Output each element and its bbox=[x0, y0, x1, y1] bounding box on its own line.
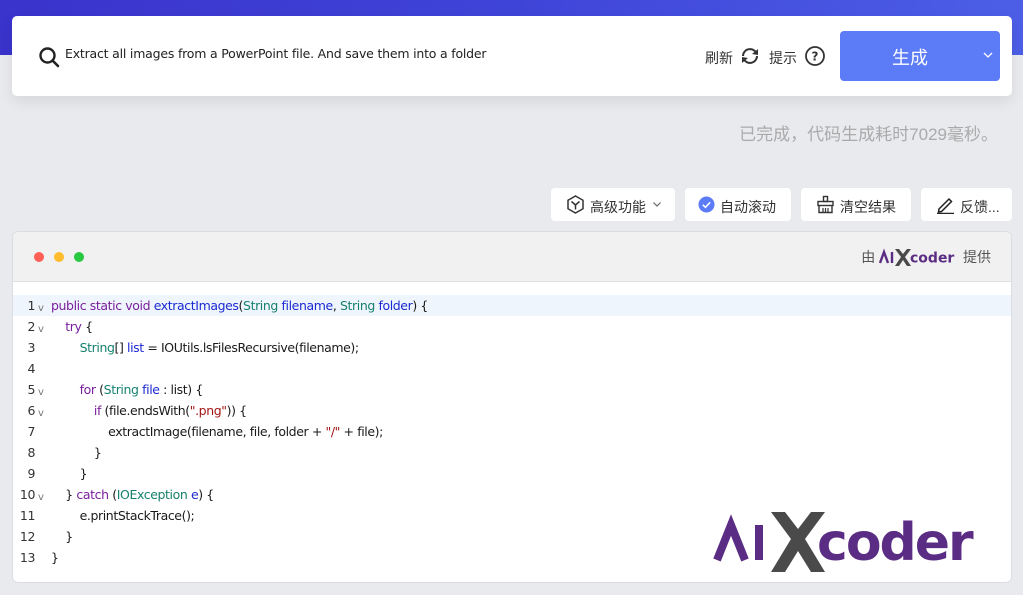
refresh-label[interactable]: 刷新 bbox=[705, 48, 733, 68]
svg-text:coder: coder bbox=[817, 513, 974, 573]
help-icon[interactable]: ? bbox=[804, 45, 826, 67]
line-number: 7 bbox=[27, 424, 35, 439]
generate-label: 生成 bbox=[892, 48, 928, 68]
window-dot-green bbox=[74, 252, 84, 262]
search-input[interactable] bbox=[65, 46, 665, 61]
svg-text:?: ? bbox=[812, 50, 819, 64]
status-text: 已完成，代码生成耗时7029毫秒。 bbox=[739, 125, 998, 144]
code-text: extractImage(filename, file, folder + "/… bbox=[51, 424, 383, 439]
cube-icon bbox=[567, 195, 584, 214]
feedback-label: 反馈... bbox=[960, 199, 1000, 215]
code-text: try { bbox=[65, 319, 93, 334]
line-number: 3 bbox=[27, 340, 35, 355]
chevron-down-icon bbox=[653, 202, 661, 207]
window-dot-yellow bbox=[54, 252, 64, 262]
generate-button[interactable]: 生成 bbox=[840, 31, 1000, 81]
code-text: } bbox=[51, 466, 88, 481]
clear-results-label: 清空结果 bbox=[840, 199, 896, 215]
code-line[interactable]: 1 v public static void extractImages(Strin… bbox=[13, 295, 1011, 316]
code-text: } bbox=[51, 550, 59, 565]
code-line[interactable]: 9 } bbox=[13, 463, 1011, 484]
code-line[interactable]: 7 extractImage(filename, file, folder + … bbox=[13, 421, 1011, 442]
code-line[interactable]: 5v for (String file : list) { bbox=[13, 379, 1011, 400]
line-number: 13 bbox=[19, 550, 36, 565]
code-text: } catch (IOException e) { bbox=[51, 487, 214, 502]
svg-text:coder: coder bbox=[910, 251, 954, 267]
chevron-down-icon[interactable] bbox=[982, 49, 994, 61]
advanced-features-label: 高级功能 bbox=[590, 199, 646, 215]
checkbox-checked-icon[interactable] bbox=[698, 196, 715, 213]
code-text: e.printStackTrace(); bbox=[51, 508, 195, 523]
line-number: 4 bbox=[27, 361, 35, 376]
aixcoder-logo-icon: coder bbox=[879, 248, 955, 267]
line-number: 10 bbox=[19, 487, 36, 502]
code-line[interactable]: 3 String[] list = IOUtils.lsFilesRecursi… bbox=[13, 337, 1011, 358]
line-number: 9 bbox=[27, 466, 35, 481]
code-line[interactable]: 2v try { bbox=[13, 316, 1011, 337]
line-number: 11 bbox=[19, 508, 36, 523]
code-text: for (String file : list) { bbox=[79, 382, 204, 397]
code-line[interactable]: 10 v } catch (IOException e) { bbox=[13, 484, 1011, 505]
line-number: 1 bbox=[27, 298, 35, 313]
line-number: 8 bbox=[27, 445, 35, 460]
provided-prefix: 由 bbox=[861, 249, 876, 265]
window-dot-red bbox=[34, 252, 44, 262]
code-line[interactable]: 8 } bbox=[13, 442, 1011, 463]
code-text: String[] list = IOUtils.lsFilesRecursive… bbox=[79, 340, 360, 355]
code-text: if (file.endsWith(".png")) { bbox=[93, 403, 247, 418]
auto-scroll-label: 自动滚动 bbox=[720, 199, 776, 215]
feedback-button[interactable]: 反馈... bbox=[921, 188, 1012, 221]
code-text: } bbox=[51, 445, 102, 460]
search-icon bbox=[39, 47, 60, 68]
advanced-features-button[interactable]: 高级功能 bbox=[551, 188, 675, 221]
aixcoder-watermark-icon: coder bbox=[713, 512, 976, 573]
clear-results-button[interactable]: 清空结果 bbox=[801, 188, 911, 221]
panel-header: 由 coder 提供 bbox=[13, 232, 1011, 282]
pencil-icon bbox=[937, 197, 954, 214]
auto-scroll-toggle[interactable]: 自动滚动 bbox=[685, 188, 791, 221]
code-panel: 由 coder 提供 1 v public static void extractI… bbox=[12, 231, 1012, 583]
code-text: public static void extractImages(String … bbox=[51, 298, 428, 313]
line-number: 12 bbox=[19, 529, 36, 544]
line-number: 5 bbox=[27, 382, 35, 397]
line-number: 6 bbox=[27, 403, 35, 418]
broom-icon bbox=[817, 195, 834, 214]
provided-suffix: 提供 bbox=[963, 249, 991, 265]
search-bar: 刷新 提示 ? 生成 bbox=[12, 16, 1012, 96]
code-line[interactable]: 6v if (file.endsWith(".png")) { bbox=[13, 400, 1011, 421]
refresh-icon[interactable] bbox=[739, 45, 761, 67]
code-text: } bbox=[51, 529, 73, 544]
code-line[interactable]: 4 bbox=[13, 358, 1011, 379]
line-number: 2 bbox=[27, 319, 35, 334]
provided-by: 由 coder 提供 bbox=[861, 247, 991, 267]
hint-label[interactable]: 提示 bbox=[769, 48, 797, 68]
